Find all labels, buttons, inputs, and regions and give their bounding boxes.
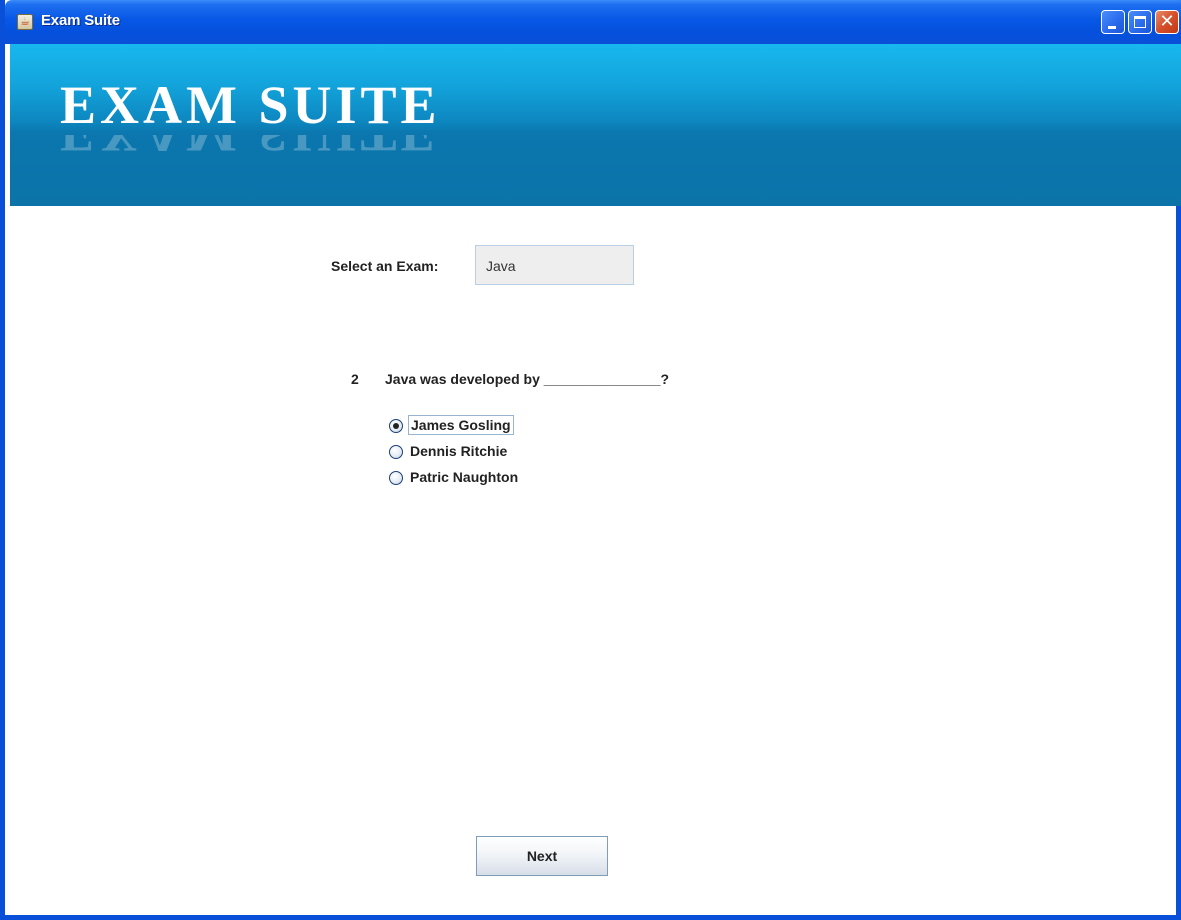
question-text: Java was developed by _______________? (385, 371, 670, 387)
option-label[interactable]: Dennis Ritchie (410, 443, 507, 459)
minimize-icon (1108, 26, 1116, 29)
window-title: Exam Suite (41, 12, 120, 29)
maximize-icon (1134, 16, 1146, 28)
radio-button[interactable] (389, 471, 403, 485)
select-exam-label: Select an Exam: (331, 258, 439, 274)
next-button[interactable]: Next (476, 836, 608, 876)
question-number: 2 (351, 371, 359, 387)
banner-title: EXAM SUITE (60, 75, 441, 135)
close-button[interactable]: ✕ (1155, 10, 1179, 34)
close-icon: ✕ (1159, 11, 1175, 32)
header-banner: EXAM SUITE EXAM SUITE (10, 44, 1181, 206)
maximize-button[interactable] (1128, 10, 1152, 34)
java-cup-icon: ☕ (17, 14, 33, 30)
minimize-button[interactable] (1101, 10, 1125, 34)
radio-button[interactable] (389, 445, 403, 459)
exam-field[interactable]: Java (475, 245, 634, 285)
option-label[interactable]: Patric Naughton (410, 469, 518, 485)
app-window: ☕ Exam Suite ✕ EXAM SUITE EXAM SUITE Sel… (0, 0, 1181, 920)
banner-reflection-text: EXAM SUITE (60, 135, 441, 163)
radio-button-selected[interactable] (389, 419, 403, 433)
title-bar[interactable]: ☕ Exam Suite ✕ (5, 0, 1181, 44)
banner-title-reflection: EXAM SUITE (60, 135, 580, 163)
option-label[interactable]: James Gosling (408, 415, 514, 435)
